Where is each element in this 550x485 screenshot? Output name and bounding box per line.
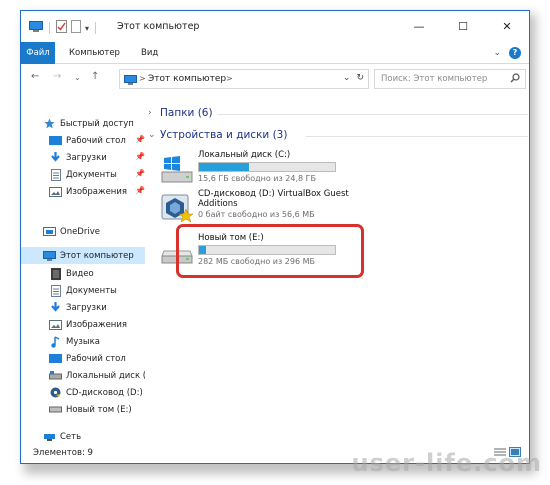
address-bar[interactable]: > Этот компьютер > ⌄ ↻ [119,69,369,89]
maximize-button[interactable]: ☐ [441,11,485,42]
nav-item-video[interactable]: Видео [21,265,145,282]
drive-free-space: 0 байт свободно из 56,6 МБ [198,210,315,219]
download-icon [49,302,62,313]
breadcrumb-this-pc[interactable]: Этот компьютер [148,74,226,84]
nav-item-documents[interactable]: Документы 📌 [21,166,145,183]
nav-item-drive-c[interactable]: Локальный диск (C: [21,367,145,384]
drive-icon [49,404,62,415]
pictures-icon [49,186,62,197]
drive-d-tile[interactable]: CD-дисковод (D:) VirtualBox Guest Additi… [156,189,356,227]
explorer-window: ▾ Этот компьютер — ☐ ✕ Файл Компьютер Ви… [20,10,530,464]
pin-icon[interactable]: 📌 [135,135,145,144]
new-folder-icon[interactable] [71,20,81,36]
window-title: Этот компьютер [117,21,200,32]
tab-computer[interactable]: Компьютер [69,42,120,64]
toolbar-separator [49,22,50,34]
address-controls: ⌄ ↻ [343,73,364,83]
breadcrumb-separator-icon[interactable]: > [226,74,233,83]
ribbon-right-controls: ⌄ ? [493,47,521,59]
video-icon [49,267,62,280]
nav-item-drive-e[interactable]: Новый том (E:) [21,401,145,418]
properties-icon[interactable] [56,20,67,36]
minimize-button[interactable]: — [397,11,441,42]
pin-icon[interactable]: 📌 [135,169,145,178]
search-icon[interactable] [510,73,520,86]
windows-drive-icon [160,154,194,184]
nav-item-documents-pc[interactable]: Документы [21,282,145,299]
forward-arrow-icon[interactable]: → [53,71,61,82]
help-icon[interactable]: ? [509,47,521,59]
music-icon [49,335,62,348]
drive-icon [49,370,62,381]
ribbon-tabs: Файл Компьютер Вид ⌄ ? [21,42,529,64]
nav-quick-access[interactable]: Быстрый доступ [21,115,145,132]
search-input[interactable]: Поиск: Этот компьютер [381,74,487,84]
drive-usage-bar [198,162,336,172]
drive-name: Локальный диск (C:) [198,150,291,160]
quick-access-toolbar: ▾ [29,20,98,36]
back-arrow-icon[interactable]: ← [31,71,39,82]
star-icon [43,118,56,129]
nav-item-desktop[interactable]: Рабочий стол 📌 [21,132,145,149]
group-divider [306,136,528,137]
desktop-icon [49,135,62,146]
recent-locations-icon[interactable]: ⌄ [74,73,81,82]
network-icon [43,431,56,442]
download-icon [49,152,62,163]
chevron-down-icon[interactable]: ⌄ [493,48,501,58]
address-history-icon[interactable]: ⌄ [343,73,351,83]
group-header-folders[interactable]: › Папки (6) [148,105,213,121]
group-divider [218,114,528,115]
watermark: user-life.com [351,449,542,477]
nav-item-pictures[interactable]: Изображения 📌 [21,183,145,200]
content-pane: › Папки (6) ⌄ Устройства и диски (3) Лок… [146,93,529,443]
drive-free-space: 15,6 ГБ свободно из 24,8 ГБ [198,174,317,183]
nav-network[interactable]: Сеть [21,428,145,443]
nav-item-music[interactable]: Музыка [21,333,145,350]
nav-item-cd-d[interactable]: CD-дисковод (D:) Vi [21,384,145,401]
customize-qat-icon[interactable]: ▾ [85,24,89,33]
window-controls: — ☐ ✕ [397,11,529,42]
pin-icon[interactable]: 📌 [135,186,145,195]
item-count: Элементов: 9 [33,448,93,458]
pictures-icon [49,319,62,330]
group-header-drives[interactable]: ⌄ Устройства и диски (3) [148,127,287,143]
pc-icon [124,75,137,88]
pin-icon[interactable]: 📌 [135,152,145,161]
documents-icon [49,284,62,297]
close-button[interactable]: ✕ [485,11,529,42]
drive-name-line2: Additions [198,199,238,209]
tab-file[interactable]: Файл [21,42,55,64]
highlight-annotation [176,224,364,278]
desktop-icon [49,353,62,364]
pc-icon [43,250,56,261]
pc-icon [29,20,43,36]
navigation-bar: ← → ⌄ ↑ > Этот компьютер > ⌄ ↻ Поиск: Эт… [21,65,529,93]
toolbar-separator [95,22,97,34]
drive-c-tile[interactable]: Локальный диск (C:) 15,6 ГБ свободно из … [156,150,356,188]
documents-icon [49,168,62,181]
virtualbox-cd-icon [160,193,194,223]
nav-onedrive[interactable]: OneDrive [21,223,145,240]
chevron-right-icon: › [148,108,152,118]
drive-usage-fill [199,163,250,171]
cd-icon [49,387,62,398]
nav-this-pc[interactable]: Этот компьютер [21,247,145,264]
nav-item-downloads-pc[interactable]: Загрузки [21,299,145,316]
refresh-icon[interactable]: ↻ [356,73,364,83]
navigation-pane: Быстрый доступ Рабочий стол 📌 Загрузки 📌… [21,93,145,443]
title-bar: ▾ Этот компьютер — ☐ ✕ [21,11,529,42]
nav-item-desktop-pc[interactable]: Рабочий стол [21,350,145,367]
breadcrumb-separator-icon: > [139,74,146,83]
drive-name: CD-дисковод (D:) VirtualBox Guest [198,189,349,199]
nav-item-downloads[interactable]: Загрузки 📌 [21,149,145,166]
chevron-down-icon: ⌄ [148,130,156,140]
tab-view[interactable]: Вид [141,42,158,64]
search-box[interactable]: Поиск: Этот компьютер [374,69,526,89]
nav-item-pictures-pc[interactable]: Изображения [21,316,145,333]
up-arrow-icon[interactable]: ↑ [91,71,99,82]
onedrive-icon [43,226,56,237]
